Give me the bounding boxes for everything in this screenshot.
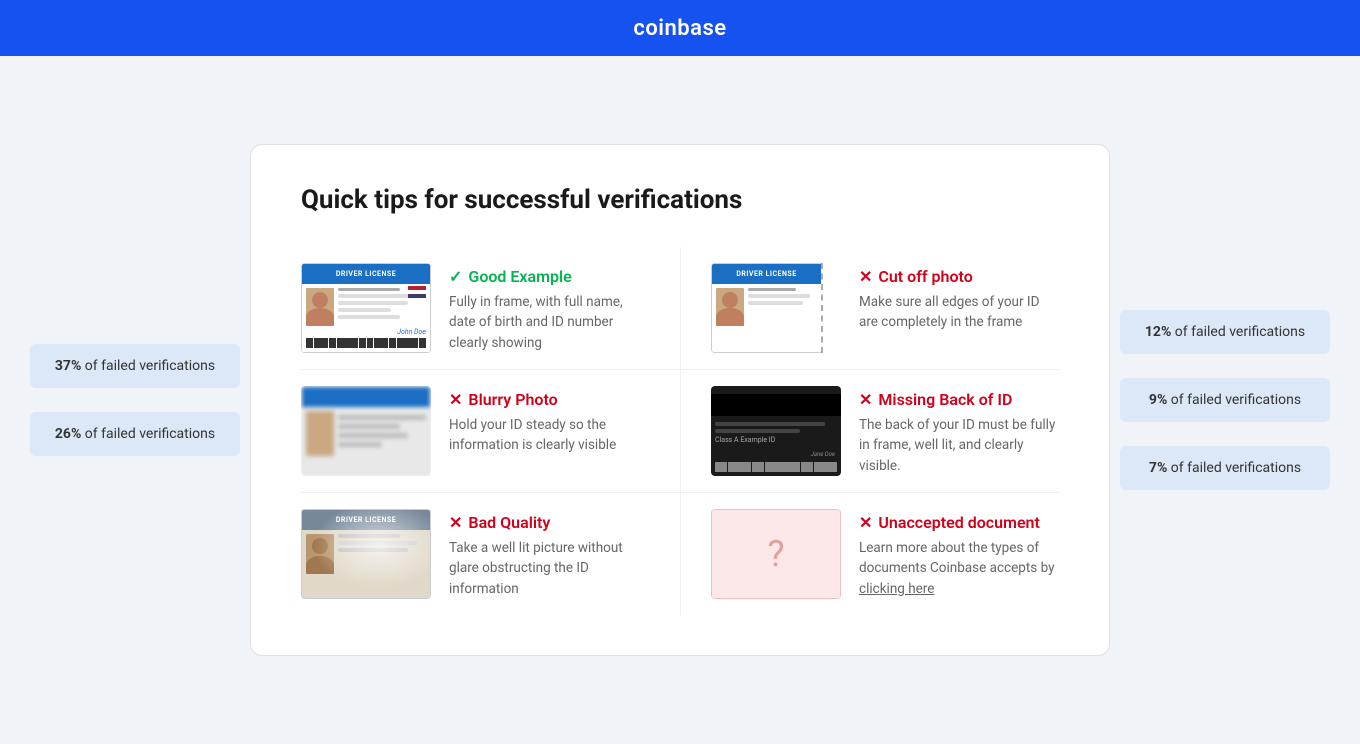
good-example-image: DRIVER LICENSE bbox=[301, 263, 431, 353]
left-badge-2: 26% of failed verifications bbox=[30, 412, 240, 456]
left-badge-2-label: of failed verifications bbox=[85, 426, 215, 442]
x-icon-unaccepted: ✕ bbox=[859, 513, 872, 532]
blurry-photo-label: ✕ Blurry Photo bbox=[449, 390, 650, 409]
right-badge-2-label: of failed verifications bbox=[1171, 392, 1301, 408]
tip-bad-quality: DRIVER LICENSE bbox=[301, 493, 680, 615]
tip-good-example: DRIVER LICENSE bbox=[301, 247, 680, 370]
main-card: Quick tips for successful verifications … bbox=[250, 144, 1110, 656]
check-icon: ✓ bbox=[449, 267, 462, 286]
bad-quality-label: ✕ Bad Quality bbox=[449, 513, 650, 532]
missing-back-label: ✕ Missing Back of ID bbox=[859, 390, 1059, 409]
tip-unaccepted-doc: ? ✕ Unaccepted document Learn more about… bbox=[680, 493, 1059, 615]
x-icon-blurry: ✕ bbox=[449, 390, 462, 409]
right-badge-1-percent: 12% bbox=[1145, 324, 1171, 340]
x-icon-missing-back: ✕ bbox=[859, 390, 872, 409]
right-badge-2-percent: 9% bbox=[1149, 392, 1167, 408]
tips-left-column: DRIVER LICENSE bbox=[301, 247, 680, 615]
coinbase-logo: coinbase bbox=[633, 16, 726, 41]
tip-cutoff-photo: DRIVER LICENSE bbox=[680, 247, 1059, 370]
missing-back-image: Class A Example ID Jane Doe bbox=[711, 386, 841, 476]
page-body: 37% of failed verifications 26% of faile… bbox=[0, 56, 1360, 744]
bad-quality-content: ✕ Bad Quality Take a well lit picture wi… bbox=[449, 509, 650, 599]
left-badge-1: 37% of failed verifications bbox=[30, 344, 240, 388]
tips-right-column: DRIVER LICENSE bbox=[680, 247, 1059, 615]
cutoff-photo-content: ✕ Cut off photo Make sure all edges of y… bbox=[859, 263, 1059, 333]
x-icon-cutoff: ✕ bbox=[859, 267, 872, 286]
cutoff-photo-image: DRIVER LICENSE bbox=[711, 263, 841, 353]
missing-back-desc: The back of your ID must be fully in fra… bbox=[859, 415, 1059, 476]
left-badges: 37% of failed verifications 26% of faile… bbox=[30, 344, 240, 456]
right-badge-3-percent: 7% bbox=[1149, 460, 1167, 476]
right-badge-2: 9% of failed verifications bbox=[1120, 378, 1330, 422]
good-example-desc: Fully in frame, with full name, date of … bbox=[449, 292, 650, 353]
missing-back-content: ✕ Missing Back of ID The back of your ID… bbox=[859, 386, 1059, 476]
right-badge-1: 12% of failed verifications bbox=[1120, 310, 1330, 354]
left-badge-1-percent: 37% bbox=[55, 358, 81, 374]
left-badge-2-percent: 26% bbox=[55, 426, 81, 442]
blurry-photo-image bbox=[301, 386, 431, 476]
unaccepted-doc-image: ? bbox=[711, 509, 841, 599]
bad-quality-desc: Take a well lit picture without glare ob… bbox=[449, 538, 650, 599]
page-header: coinbase bbox=[0, 0, 1360, 56]
left-badge-1-label: of failed verifications bbox=[85, 358, 215, 374]
good-example-label: ✓ Good Example bbox=[449, 267, 650, 286]
right-badges: 12% of failed verifications 9% of failed… bbox=[1120, 310, 1330, 490]
right-badge-3-label: of failed verifications bbox=[1171, 460, 1301, 476]
clicking-here-link[interactable]: clicking here bbox=[859, 581, 934, 597]
right-badge-3: 7% of failed verifications bbox=[1120, 446, 1330, 490]
unaccepted-doc-content: ✕ Unaccepted document Learn more about t… bbox=[859, 509, 1059, 599]
tips-grid: DRIVER LICENSE bbox=[301, 247, 1059, 615]
cutoff-photo-desc: Make sure all edges of your ID are compl… bbox=[859, 292, 1059, 333]
x-icon-quality: ✕ bbox=[449, 513, 462, 532]
blurry-photo-desc: Hold your ID steady so the information i… bbox=[449, 415, 650, 456]
good-example-content: ✓ Good Example Fully in frame, with full… bbox=[449, 263, 650, 353]
cutoff-photo-label: ✕ Cut off photo bbox=[859, 267, 1059, 286]
right-badge-1-label: of failed verifications bbox=[1175, 324, 1305, 340]
page-title: Quick tips for successful verifications bbox=[301, 185, 1059, 215]
tip-blurry-photo: ✕ Blurry Photo Hold your ID steady so th… bbox=[301, 370, 680, 493]
unaccepted-doc-label: ✕ Unaccepted document bbox=[859, 513, 1059, 532]
tip-missing-back: Class A Example ID Jane Doe bbox=[680, 370, 1059, 493]
unaccepted-doc-desc: Learn more about the types of documents … bbox=[859, 538, 1059, 599]
bad-quality-image: DRIVER LICENSE bbox=[301, 509, 431, 599]
blurry-photo-content: ✕ Blurry Photo Hold your ID steady so th… bbox=[449, 386, 650, 456]
